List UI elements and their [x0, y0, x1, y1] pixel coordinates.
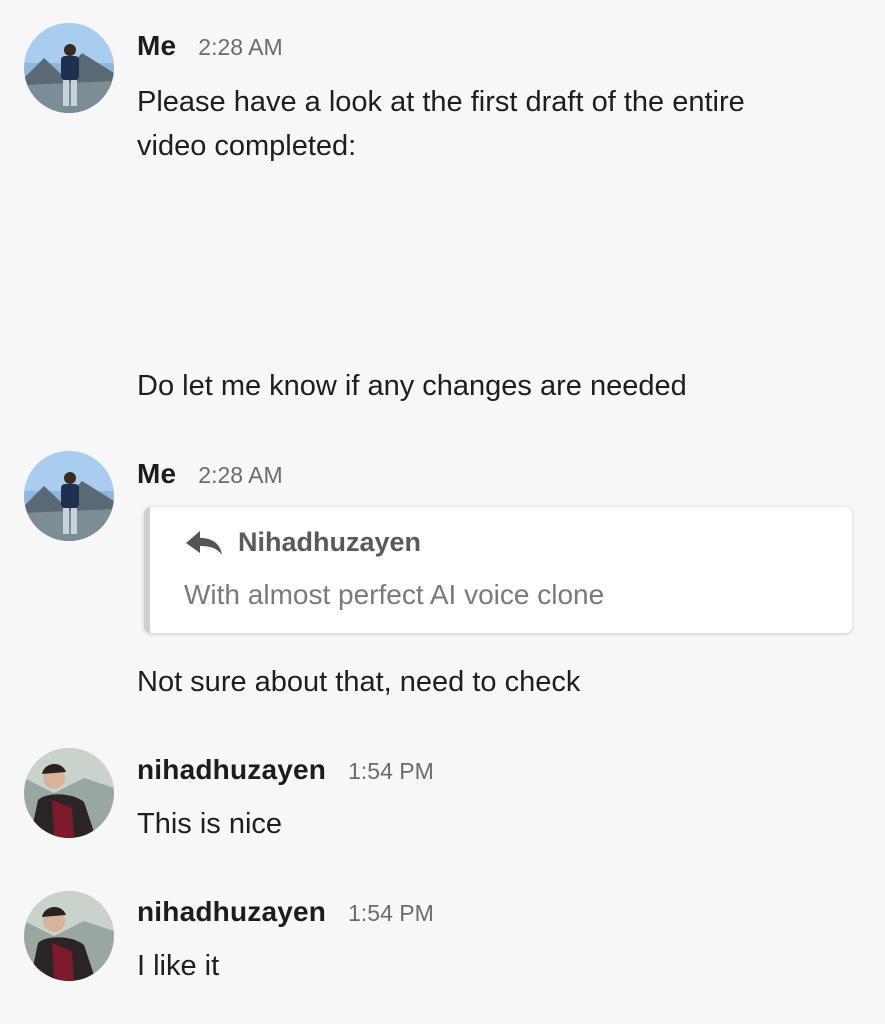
message-text: Not sure about that, need to check: [137, 666, 581, 698]
message-text: I like it: [137, 950, 220, 982]
message-text: Please have a look at the first draft of…: [137, 80, 867, 168]
sender-name[interactable]: Me: [137, 458, 176, 490]
sender-name[interactable]: Me: [137, 30, 176, 62]
avatar-me[interactable]: [24, 23, 114, 113]
avatar-nihadhuzayen[interactable]: [24, 891, 114, 981]
quote-author: Nihadhuzayen: [238, 527, 422, 557]
quote-text: With almost perfect AI voice clone: [184, 579, 605, 610]
sender-name[interactable]: nihadhuzayen: [137, 754, 326, 786]
reply-arrow-icon: [184, 529, 224, 557]
message-text-line: Please have a look at the first draft of…: [137, 86, 745, 118]
avatar-photo: [24, 451, 114, 541]
sender-name[interactable]: nihadhuzayen: [137, 896, 326, 928]
avatar-me[interactable]: [24, 451, 114, 541]
message-timestamp: 1:54 PM: [348, 900, 434, 926]
message-text: This is nice: [137, 808, 283, 840]
message-timestamp: 2:28 AM: [198, 34, 283, 60]
avatar-photo: [24, 891, 114, 981]
message-timestamp: 2:28 AM: [198, 462, 283, 488]
message-text: Do let me know if any changes are needed: [137, 370, 687, 402]
message-timestamp: 1:54 PM: [348, 758, 434, 784]
avatar-nihadhuzayen[interactable]: [24, 748, 114, 838]
quoted-reply[interactable]: Nihadhuzayen With almost perfect AI voic…: [144, 507, 852, 633]
chat-thread: Me 2:28 AM Please have a look at the fir…: [0, 0, 885, 1024]
message-text-line: video completed:: [137, 130, 357, 162]
avatar-photo: [24, 23, 114, 113]
avatar-photo: [24, 748, 114, 838]
